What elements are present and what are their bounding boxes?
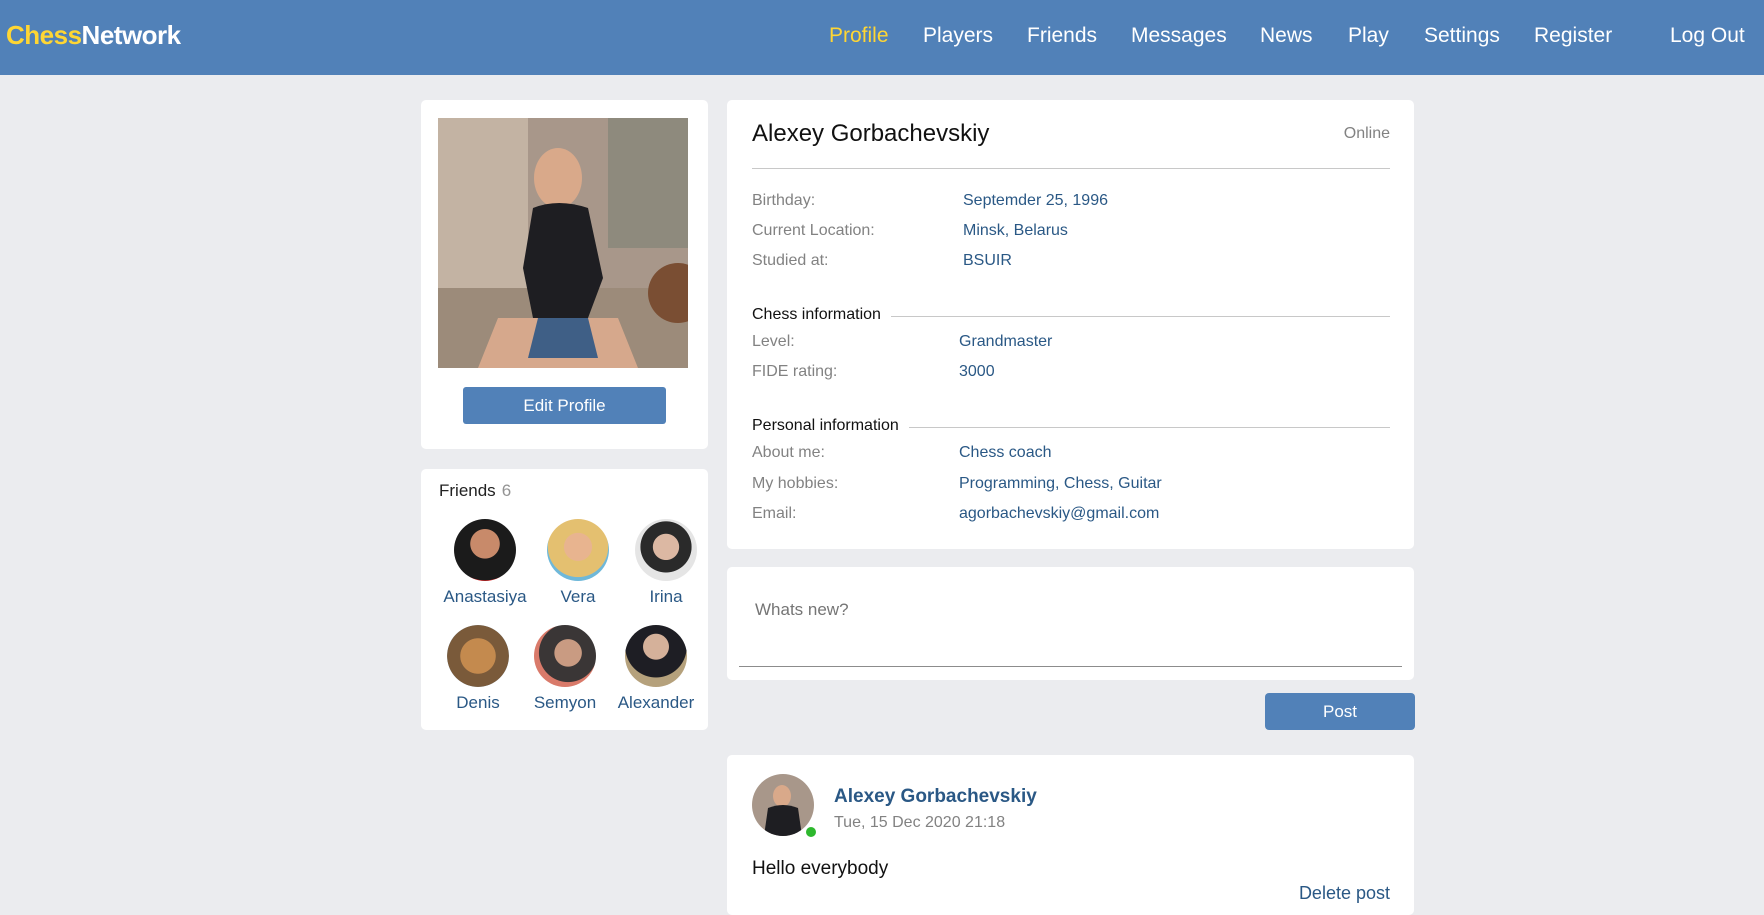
friend-denis[interactable]: Denis: [428, 625, 528, 713]
main-nav: Profile Players Friends Messages News Pl…: [0, 24, 1764, 54]
profile-photo-image: [438, 118, 688, 368]
friend-name[interactable]: Irina: [616, 587, 716, 607]
nav-logout[interactable]: Log Out: [1670, 24, 1745, 48]
nav-players[interactable]: Players: [923, 24, 993, 48]
chess-section-title: Chess information: [752, 306, 891, 324]
studied-value[interactable]: BSUIR: [963, 252, 1012, 270]
online-status: Online: [1343, 125, 1390, 142]
friends-count: 6: [501, 481, 512, 500]
friend-avatar[interactable]: [547, 519, 609, 581]
nav-profile[interactable]: Profile: [829, 24, 889, 48]
personal-section-title: Personal information: [752, 417, 909, 435]
friend-name[interactable]: Vera: [528, 587, 628, 607]
birthday-value: Septemder 25, 1996: [963, 192, 1108, 209]
new-post-card: [727, 567, 1414, 680]
profile-photo: [438, 118, 688, 368]
friend-name[interactable]: Semyon: [515, 693, 615, 713]
location-label: Current Location:: [752, 222, 875, 239]
birthday-label: Birthday:: [752, 192, 816, 209]
nav-friends[interactable]: Friends: [1027, 24, 1097, 48]
post-button[interactable]: Post: [1265, 693, 1415, 730]
fide-rating-value: 3000: [959, 363, 995, 380]
post-card: Alexey Gorbachevskiy Tue, 15 Dec 2020 21…: [727, 755, 1414, 915]
hobbies-value[interactable]: Programming, Chess, Guitar: [959, 475, 1162, 493]
friends-heading: Friends 6: [439, 481, 511, 501]
level-value: Grandmaster: [959, 333, 1053, 350]
nav-settings[interactable]: Settings: [1424, 24, 1500, 48]
friend-semyon[interactable]: Semyon: [515, 625, 615, 713]
friend-alexander[interactable]: Alexander: [606, 625, 706, 713]
friends-card: Friends 6 Anastasiya Vera Irina Denis Sem…: [421, 469, 708, 730]
friend-avatar[interactable]: [454, 519, 516, 581]
about-value: Chess coach: [959, 444, 1052, 461]
friend-vera[interactable]: Vera: [528, 519, 628, 607]
friend-irina[interactable]: Irina: [616, 519, 716, 607]
hobbies-label: My hobbies:: [752, 475, 839, 492]
post-text: Hello everybody: [752, 858, 889, 879]
online-indicator: [804, 825, 818, 839]
post-author-name[interactable]: Alexey Gorbachevskiy: [834, 786, 1037, 808]
friend-name[interactable]: Anastasiya: [435, 587, 535, 607]
nav-messages[interactable]: Messages: [1131, 24, 1227, 48]
email-value[interactable]: agorbachevskiy@gmail.com: [959, 505, 1159, 523]
about-label: About me:: [752, 444, 825, 461]
friend-avatar[interactable]: [534, 625, 596, 687]
friend-avatar[interactable]: [625, 625, 687, 687]
level-label: Level:: [752, 333, 795, 350]
friend-name[interactable]: Denis: [428, 693, 528, 713]
nav-register[interactable]: Register: [1534, 24, 1612, 48]
friend-avatar[interactable]: [447, 625, 509, 687]
profile-info-card: Alexey Gorbachevskiy Online Birthday: Se…: [727, 100, 1414, 549]
input-underline: [739, 666, 1402, 667]
post-date: Tue, 15 Dec 2020 21:18: [834, 814, 1006, 831]
new-post-input[interactable]: [753, 599, 1357, 621]
profile-photo-card: Edit Profile: [421, 100, 708, 449]
friend-avatar[interactable]: [635, 519, 697, 581]
divider: [752, 168, 1390, 169]
profile-name: Alexey Gorbachevskiy: [752, 120, 990, 147]
nav-play[interactable]: Play: [1348, 24, 1389, 48]
fide-rating-label: FIDE rating:: [752, 363, 838, 380]
nav-news[interactable]: News: [1260, 24, 1313, 48]
friends-title: Friends: [439, 481, 496, 500]
edit-profile-button[interactable]: Edit Profile: [463, 387, 666, 424]
top-nav-bar: ChessNetwork Profile Players Friends Mes…: [0, 0, 1764, 75]
email-label: Email:: [752, 505, 797, 522]
studied-label: Studied at:: [752, 252, 829, 269]
friend-name[interactable]: Alexander: [606, 693, 706, 713]
friend-anastasiya[interactable]: Anastasiya: [435, 519, 535, 607]
location-value[interactable]: Minsk, Belarus: [963, 222, 1068, 240]
